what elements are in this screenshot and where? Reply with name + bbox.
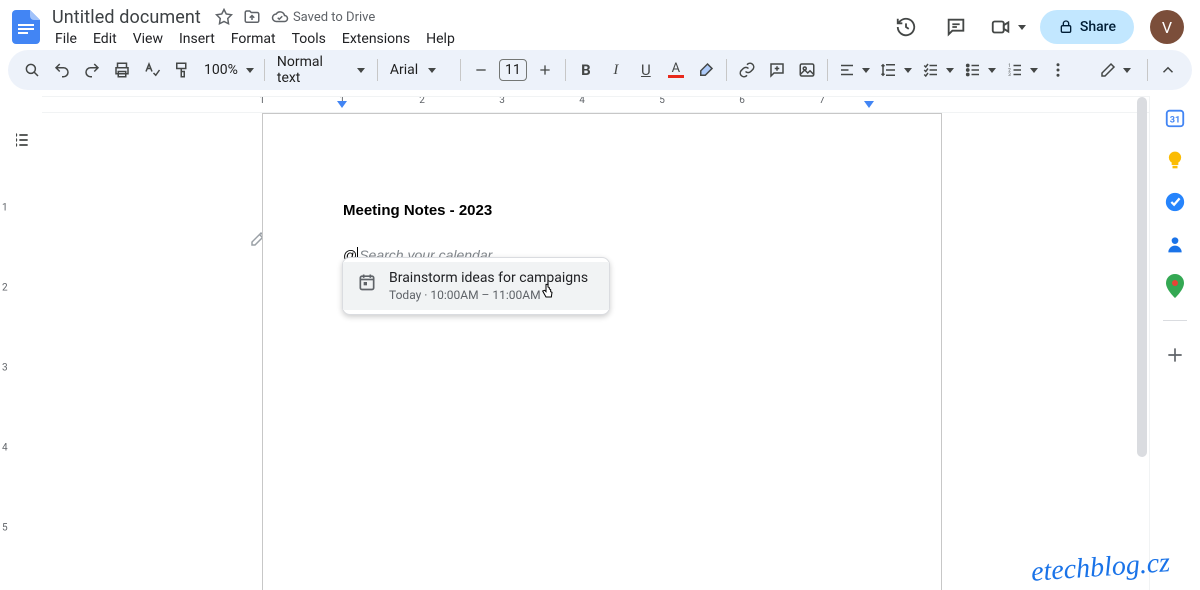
- svg-text:31: 31: [1170, 116, 1181, 126]
- share-button[interactable]: Share: [1040, 10, 1134, 44]
- comments-icon[interactable]: [936, 7, 976, 47]
- scrollbar-thumb[interactable]: [1137, 97, 1147, 457]
- highlight-icon[interactable]: [692, 56, 720, 84]
- redo-icon[interactable]: [78, 56, 106, 84]
- calendar-suggestion-item[interactable]: Brainstorm ideas for campaigns Today · 1…: [343, 262, 609, 310]
- zoom-select[interactable]: 100%: [198, 56, 258, 84]
- menu-tools[interactable]: Tools: [285, 28, 333, 50]
- paragraph-style-select[interactable]: Normal text: [271, 54, 371, 86]
- keep-app-icon[interactable]: [1163, 148, 1187, 172]
- horizontal-ruler: 1 1 2 3 4 5 6 7: [42, 97, 1149, 113]
- more-icon[interactable]: [1044, 56, 1072, 84]
- paintformat-icon[interactable]: [168, 56, 196, 84]
- save-state: Saved to Drive: [293, 10, 375, 25]
- bold-icon[interactable]: B: [572, 56, 600, 84]
- numbered-list-icon[interactable]: 123: [1002, 56, 1042, 84]
- history-icon[interactable]: [886, 7, 926, 47]
- print-icon[interactable]: [108, 56, 136, 84]
- doc-title[interactable]: Untitled document: [48, 5, 205, 30]
- text-color-icon[interactable]: A: [662, 56, 690, 84]
- menu-extensions[interactable]: Extensions: [335, 28, 417, 50]
- checklist-icon[interactable]: [918, 56, 958, 84]
- tasks-app-icon[interactable]: [1163, 190, 1187, 214]
- menu-bar: File Edit View Insert Format Tools Exten…: [48, 28, 886, 50]
- svg-text:3: 3: [1008, 72, 1011, 78]
- calendar-suggestion-popup: Brainstorm ideas for campaigns Today · 1…: [342, 257, 610, 315]
- menu-insert[interactable]: Insert: [172, 28, 222, 50]
- cloud-icon[interactable]: Saved to Drive: [271, 8, 375, 26]
- calendar-event-icon: [357, 272, 377, 292]
- italic-icon[interactable]: I: [602, 56, 630, 84]
- maps-app-icon[interactable]: [1163, 274, 1187, 298]
- link-icon[interactable]: [733, 56, 761, 84]
- document-heading[interactable]: Meeting Notes - 2023: [343, 202, 861, 219]
- side-panel: 31: [1150, 96, 1200, 590]
- share-label: Share: [1080, 19, 1116, 35]
- bulleted-list-icon[interactable]: [960, 56, 1000, 84]
- align-icon[interactable]: [834, 56, 874, 84]
- insert-image-icon[interactable]: [793, 56, 821, 84]
- collapse-toolbar-icon[interactable]: [1154, 56, 1182, 84]
- menu-view[interactable]: View: [126, 28, 170, 50]
- search-icon[interactable]: [18, 56, 46, 84]
- calendar-app-icon[interactable]: 31: [1163, 106, 1187, 130]
- spellcheck-icon[interactable]: [138, 56, 166, 84]
- menu-help[interactable]: Help: [419, 28, 462, 50]
- docs-logo-icon[interactable]: [8, 9, 44, 45]
- document-page[interactable]: Meeting Notes - 2023 @Search your calend…: [262, 113, 942, 590]
- undo-icon[interactable]: [48, 56, 76, 84]
- font-select[interactable]: Arial: [384, 62, 454, 78]
- add-comment-icon[interactable]: [763, 56, 791, 84]
- move-icon[interactable]: [243, 8, 261, 26]
- increase-font-icon[interactable]: [531, 56, 559, 84]
- editing-mode[interactable]: [1093, 57, 1137, 83]
- font-size-input[interactable]: 11: [499, 59, 527, 81]
- underline-icon[interactable]: U: [632, 56, 660, 84]
- add-app-icon[interactable]: [1163, 343, 1187, 367]
- vertical-ruler: 1 2 3 4 5: [0, 96, 16, 590]
- contacts-app-icon[interactable]: [1163, 232, 1187, 256]
- menu-edit[interactable]: Edit: [86, 28, 124, 50]
- line-spacing-icon[interactable]: [876, 56, 916, 84]
- avatar[interactable]: V: [1150, 10, 1184, 44]
- menu-file[interactable]: File: [48, 28, 84, 50]
- suggestion-title: Brainstorm ideas for campaigns: [389, 270, 588, 286]
- star-icon[interactable]: [215, 8, 233, 26]
- meet-icon[interactable]: [986, 7, 1030, 47]
- toolbar: 100% Normal text Arial 11 B I U A 123: [8, 50, 1192, 90]
- decrease-font-icon[interactable]: [467, 56, 495, 84]
- menu-format[interactable]: Format: [224, 28, 283, 50]
- suggestion-subtitle: Today · 10:00AM – 11:00AM: [389, 288, 588, 302]
